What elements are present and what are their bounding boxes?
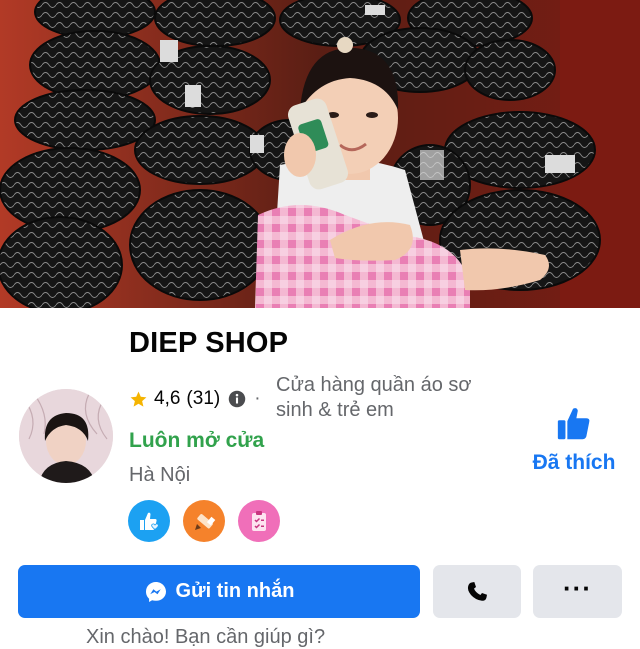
page-title: DIEP SHOP — [129, 327, 289, 359]
thumbs-up-icon — [557, 408, 590, 440]
send-message-button[interactable]: Gửi tin nhắn — [18, 565, 420, 618]
send-message-label: Gửi tin nhắn — [175, 580, 295, 602]
rating-row[interactable]: 4,6 (31) · — [129, 385, 267, 413]
like-label: Đã thích — [532, 451, 616, 474]
info-icon[interactable] — [228, 390, 246, 408]
clipboard-icon[interactable] — [238, 500, 280, 542]
cover-image — [0, 0, 640, 308]
avatar[interactable] — [19, 389, 113, 483]
pencil-glyph-icon — [195, 514, 216, 530]
cover-photo[interactable] — [0, 0, 640, 308]
messenger-icon — [145, 581, 166, 602]
clipboard-glyph-icon — [252, 511, 266, 531]
thumbs-heart-icon — [140, 512, 159, 531]
rating-value: 4,6 — [154, 388, 181, 409]
greeting-text: Xin chào! Bạn cần giúp gì? — [86, 626, 326, 648]
separator-dot: · — [254, 388, 261, 409]
page-category: Cửa hàng quần áo sơ sinh & trẻ em — [276, 374, 472, 421]
call-button[interactable] — [433, 565, 521, 618]
page-location[interactable]: Hà Nội — [129, 464, 190, 487]
rating-count: (31) — [186, 388, 221, 409]
open-status: Luôn mở cửa — [129, 429, 265, 452]
avatar-image — [19, 389, 113, 483]
badge-row — [128, 500, 280, 542]
phone-icon — [467, 581, 487, 601]
more-dots-icon: ··· — [563, 572, 592, 603]
responsive-messaging-icon[interactable] — [128, 500, 170, 542]
like-button[interactable]: Đã thích — [526, 405, 622, 475]
more-options-button[interactable]: ··· — [533, 565, 622, 618]
star-icon — [130, 391, 147, 407]
pencil-icon[interactable] — [183, 500, 225, 542]
